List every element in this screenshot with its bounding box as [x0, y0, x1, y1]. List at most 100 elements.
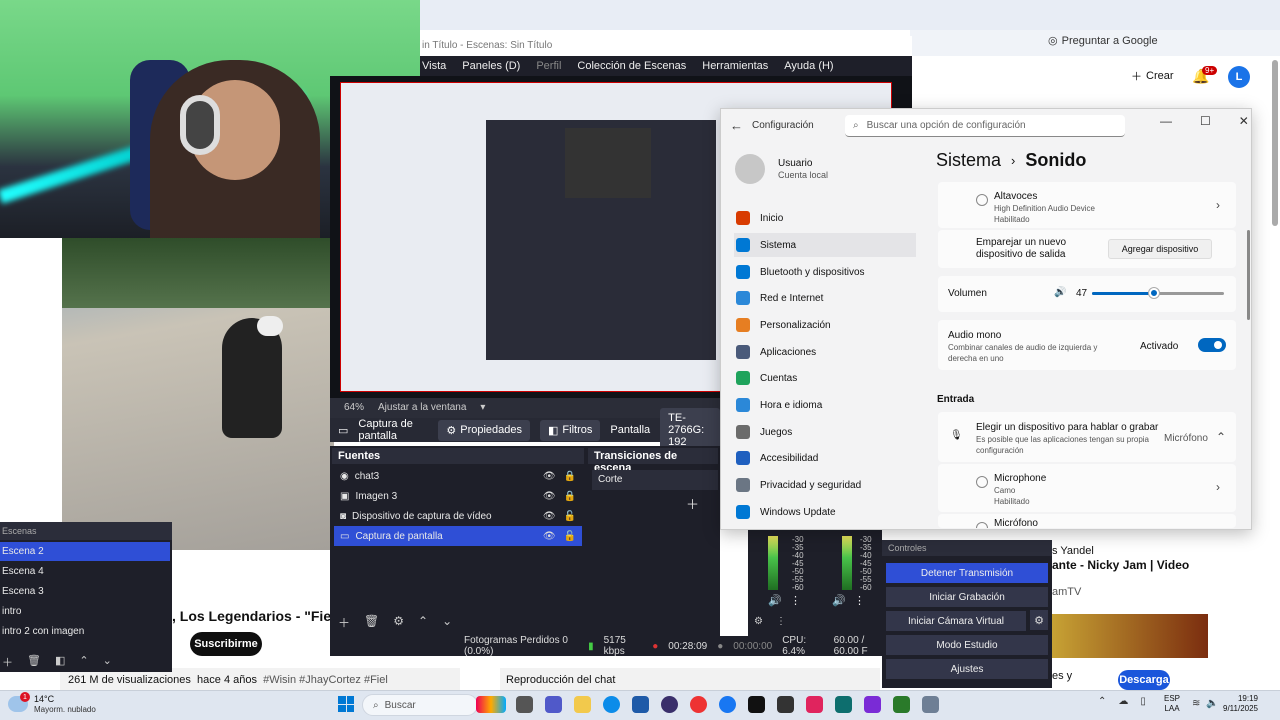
settings-app-icon[interactable]: [922, 696, 939, 713]
kebab-icon[interactable]: ⋮: [854, 594, 865, 607]
filter-icon[interactable]: ◧: [55, 654, 65, 672]
add-device-button[interactable]: Agregar dispositivo: [1108, 239, 1212, 259]
source-row[interactable]: ▣ Imagen 3 👁 🔒: [334, 486, 582, 506]
settings-search-input[interactable]: ⌕ Buscar una opción de configuración: [845, 115, 1125, 137]
chrome-icon[interactable]: [690, 696, 707, 713]
add-icon[interactable]: ＋: [2, 654, 13, 672]
nav-sistema[interactable]: Sistema: [734, 233, 916, 257]
start-recording-button[interactable]: Iniciar Grabación: [886, 587, 1048, 607]
breadcrumb-parent[interactable]: Sistema: [936, 150, 1001, 171]
nav-aplicaciones[interactable]: Aplicaciones: [734, 340, 916, 364]
settings-button[interactable]: Ajustes: [886, 659, 1048, 679]
gear-icon[interactable]: ⚙: [754, 616, 763, 627]
nav-inicio[interactable]: Inicio: [734, 206, 916, 230]
virtual-camera-button[interactable]: Iniciar Cámara Virtual: [886, 611, 1026, 631]
clock[interactable]: 19:19 9/11/2025: [1220, 694, 1258, 714]
app-icon[interactable]: [835, 696, 852, 713]
gear-icon[interactable]: ⚙: [1030, 610, 1048, 630]
menu-paneles[interactable]: Paneles (D): [462, 60, 520, 72]
scene-row[interactable]: Escena 3: [0, 582, 170, 601]
user-avatar[interactable]: [735, 154, 765, 184]
side-video-channel[interactable]: amTV: [1052, 586, 1081, 598]
volume-slider-thumb[interactable]: [1149, 288, 1160, 298]
nav-bluetooth[interactable]: Bluetooth y dispositivos: [734, 260, 916, 284]
nav-personalizacion[interactable]: Personalización: [734, 313, 916, 337]
widgets-icon[interactable]: [476, 696, 506, 713]
usb-icon[interactable]: ▯: [1140, 696, 1146, 707]
chevron-up-icon[interactable]: ⌃: [1216, 430, 1226, 444]
menu-ayuda[interactable]: Ayuda (H): [784, 60, 833, 72]
trash-icon[interactable]: 🗑: [364, 614, 379, 632]
eye-icon[interactable]: 👁: [543, 531, 556, 542]
file-explorer-icon[interactable]: [574, 696, 591, 713]
close-icon[interactable]: ✕: [1239, 114, 1249, 128]
up-icon[interactable]: ⌃: [418, 614, 428, 632]
back-arrow-icon[interactable]: ←: [730, 118, 743, 133]
eye-icon[interactable]: 👁: [543, 511, 556, 522]
down-icon[interactable]: ⌄: [103, 654, 112, 672]
nav-privacidad[interactable]: Privacidad y seguridad: [734, 473, 916, 497]
side-video-artist[interactable]: s Yandel: [1052, 545, 1094, 557]
scene-row[interactable]: intro: [0, 602, 170, 621]
source-row[interactable]: ◙ Dispositivo de captura de vídeo 👁 🔓: [334, 506, 582, 526]
down-icon[interactable]: ⌄: [442, 614, 452, 632]
task-view-icon[interactable]: [516, 696, 533, 713]
nav-windows-update[interactable]: Windows Update: [734, 500, 916, 524]
weather-desc[interactable]: Mayorm. nublado: [34, 705, 96, 714]
video-player[interactable]: [62, 238, 334, 550]
transition-select[interactable]: Corte: [592, 470, 718, 490]
wifi-icon[interactable]: ≋: [1192, 698, 1200, 709]
speaker-icon[interactable]: 🔊: [768, 594, 782, 607]
scene-row-selected[interactable]: Escena 2: [0, 542, 170, 561]
output-device-card[interactable]: Altavoces High Definition Audio Device H…: [938, 182, 1236, 228]
unlock-icon[interactable]: 🔓: [564, 511, 576, 522]
side-video-thumbnail[interactable]: [1052, 614, 1208, 658]
lock-icon[interactable]: 🔒: [564, 471, 576, 482]
fit-select[interactable]: Ajustar a la ventana: [378, 402, 466, 414]
filters-button[interactable]: ◧ Filtros: [540, 419, 601, 441]
volume-icon[interactable]: 🔈: [1206, 698, 1218, 709]
settings-scrollbar[interactable]: [1247, 230, 1250, 320]
radio-button[interactable]: [976, 476, 988, 488]
nav-accesibilidad[interactable]: Accesibilidad: [734, 446, 916, 470]
speaker-icon[interactable]: 🔊: [832, 594, 846, 607]
input-choose-card[interactable]: 🎙 Elegir un dispositivo para hablar o gr…: [938, 412, 1236, 462]
nav-hora[interactable]: Hora e idioma: [734, 393, 916, 417]
page-scrollbar[interactable]: [1272, 60, 1278, 226]
nav-cuentas[interactable]: Cuentas: [734, 366, 916, 390]
menu-perfil[interactable]: Perfil: [536, 60, 561, 72]
cloud-icon[interactable]: ☁: [1118, 696, 1128, 707]
tiktok-icon[interactable]: [748, 696, 765, 713]
store-icon[interactable]: [632, 696, 649, 713]
language-indicator[interactable]: ESP LAA: [1164, 694, 1180, 714]
add-transition-icon[interactable]: ＋: [686, 494, 699, 513]
eye-icon[interactable]: 👁: [543, 471, 556, 482]
kebab-icon[interactable]: ⋮: [790, 594, 801, 607]
chevron-down-icon[interactable]: ▾: [480, 402, 485, 414]
scene-row[interactable]: Escena 4: [0, 562, 170, 581]
ask-google-button[interactable]: ◎ Preguntar a Google: [1048, 34, 1158, 48]
source-row[interactable]: ◉ chat3 👁 🔒: [334, 466, 582, 486]
add-icon[interactable]: ＋: [338, 614, 350, 632]
scene-row[interactable]: intro 2 con imagen: [0, 622, 170, 641]
menu-vista[interactable]: Vista: [422, 60, 446, 72]
facebook-icon[interactable]: [719, 696, 736, 713]
nav-juegos[interactable]: Juegos: [734, 420, 916, 444]
maximize-icon[interactable]: ☐: [1200, 114, 1211, 128]
up-icon[interactable]: ⌃: [79, 654, 88, 672]
input-selected[interactable]: Micrófono: [1164, 433, 1208, 444]
radio-button[interactable]: [976, 194, 988, 206]
steam-icon[interactable]: [777, 696, 794, 713]
radio-button[interactable]: [976, 522, 988, 528]
source-row-selected[interactable]: ▭ Captura de pantalla 👁 🔓: [334, 526, 582, 546]
kebab-icon[interactable]: ⋮: [776, 616, 786, 627]
stop-stream-button[interactable]: Detener Transmisión: [886, 563, 1048, 583]
gear-icon[interactable]: ⚙: [393, 614, 404, 632]
input-device-card[interactable]: Micrófono: [938, 514, 1236, 528]
side-video-title[interactable]: ante - Nicky Jam | Video: [1052, 558, 1189, 572]
studio-mode-button[interactable]: Modo Estudio: [886, 635, 1048, 655]
windows-start-icon[interactable]: [338, 696, 354, 712]
chat-replay[interactable]: Reproducción del chat: [500, 668, 880, 690]
chevron-up-icon[interactable]: ⌃: [1098, 696, 1106, 707]
create-button[interactable]: ＋ Crear: [1125, 64, 1177, 88]
